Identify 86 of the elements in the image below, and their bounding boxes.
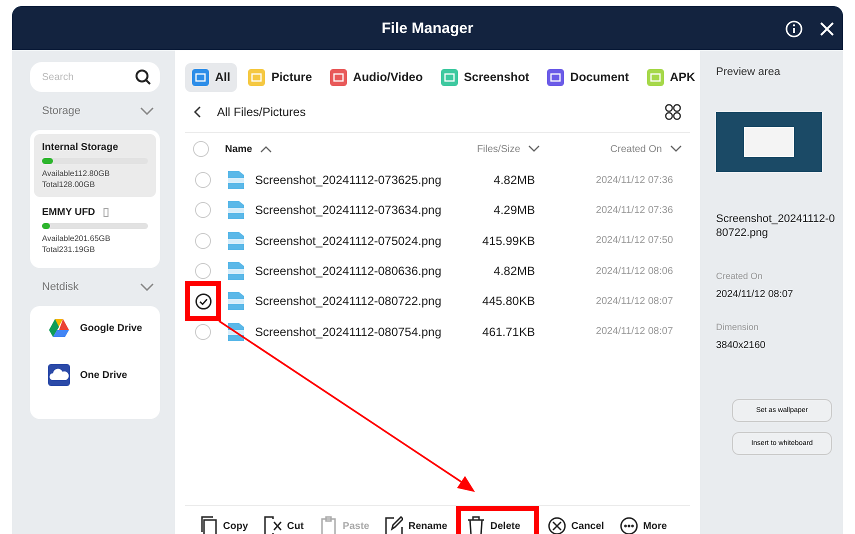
storage-item[interactable]: EMMY UFD Available201.65GB Total231.19GB — [34, 199, 156, 262]
chevron-down-icon[interactable] — [140, 283, 154, 291]
grid-view-icon[interactable] — [664, 103, 682, 121]
netdisk-name[interactable]: One Drive — [80, 370, 128, 380]
search-field[interactable]: Search — [30, 62, 160, 92]
row-checkbox[interactable] — [195, 232, 211, 249]
file-size: 461.71KB — [481, 324, 535, 339]
row-checkbox[interactable] — [195, 324, 211, 340]
storage-total: Total231.19GB — [42, 245, 96, 254]
field-value: 3840x2160 — [716, 340, 766, 351]
field-label: Dimension — [716, 322, 760, 332]
column-header[interactable]: Files/Size — [476, 144, 520, 154]
file-name[interactable]: Screenshot_20241112-080636.png — [255, 264, 445, 278]
close-icon[interactable] — [819, 21, 835, 37]
category-tab[interactable]: Document — [540, 62, 636, 92]
field-label: Created On — [716, 270, 764, 281]
row-checkbox[interactable] — [195, 202, 211, 218]
paste-icon — [320, 516, 338, 534]
file-name[interactable]: Screenshot_20241112-080722.png — [255, 294, 445, 308]
more-icon — [620, 516, 638, 534]
file-date: 2024/11/12 08:06 — [594, 266, 673, 277]
cancel-button[interactable]: Cancel — [541, 509, 612, 534]
category-tab[interactable]: Picture — [241, 62, 320, 92]
netdisk-name[interactable]: Google Drive — [80, 322, 142, 334]
file-size: 445.80KB — [481, 294, 535, 308]
row-checkbox[interactable] — [195, 172, 211, 188]
cut-button[interactable]: Cut — [257, 509, 311, 534]
image-file-icon — [227, 261, 245, 282]
cancel-icon — [548, 516, 566, 534]
file-name[interactable]: Screenshot_20241112-080754.png — [255, 324, 445, 339]
file-size: 4.82MB — [492, 173, 535, 188]
rename-icon — [385, 516, 404, 534]
check-icon — [194, 292, 212, 310]
file-date: 2024/11/12 07:36 — [594, 204, 673, 216]
storage-name: Internal Storage — [42, 142, 118, 153]
file-name[interactable]: Screenshot_20241112-075024.png — [255, 234, 445, 248]
file-size: 4.29MB — [492, 203, 535, 218]
image-file-icon — [227, 291, 245, 312]
storage-available: Available112.80GB — [42, 169, 111, 178]
file-date: 2024/11/12 08:07 — [594, 326, 673, 338]
category-tab[interactable]: Screenshot — [434, 62, 536, 92]
cut-icon — [264, 516, 282, 534]
storage-available: Available201.65GB — [42, 234, 112, 243]
window-title: File Manager — [382, 20, 474, 36]
file-size: 415.99KB — [481, 234, 535, 248]
rename-button[interactable]: Rename — [378, 509, 454, 534]
chevron-down-icon[interactable] — [670, 145, 682, 153]
chevron-down-icon[interactable] — [140, 107, 154, 115]
column-header[interactable]: Created On — [610, 144, 662, 154]
row-checkbox[interactable] — [185, 281, 221, 322]
section-label: Storage — [42, 105, 81, 117]
drive-triangle-icon[interactable] — [48, 318, 70, 338]
storage-name: EMMY UFD — [42, 207, 96, 218]
more-button[interactable]: More — [613, 509, 674, 534]
copy-icon — [200, 516, 218, 534]
back-icon[interactable] — [193, 106, 201, 118]
column-header[interactable]: Name — [225, 144, 252, 154]
image-file-icon — [227, 230, 245, 251]
breadcrumb: All Files/Pictures — [217, 105, 307, 119]
file-date: 2024/11/12 08:07 — [594, 296, 673, 307]
category-tab[interactable]: APK — [640, 62, 702, 92]
preview-file-name: Screenshot_20241112-0 80722.png — [716, 212, 836, 241]
select-all-checkbox[interactable] — [193, 141, 209, 157]
delete-icon — [467, 516, 486, 534]
copy-button[interactable]: Copy — [193, 509, 255, 534]
info-icon[interactable] — [785, 20, 803, 38]
storage-item[interactable]: Internal Storage Available112.80GB Total128.00GB — [34, 134, 156, 197]
field-value: 2024/11/12 08:07 — [716, 288, 794, 300]
image-file-icon — [227, 200, 245, 220]
chevron-up-icon[interactable] — [260, 145, 272, 153]
preview-title: Preview area — [716, 66, 782, 78]
file-name[interactable]: Screenshot_20241112-073625.png — [255, 173, 445, 188]
delete-button[interactable]: Delete — [456, 506, 540, 534]
storage-total: Total128.00GB — [42, 180, 96, 189]
category-tab[interactable]: All — [185, 62, 238, 92]
file-name[interactable]: Screenshot_20241112-073634.png — [255, 203, 445, 218]
search-icon[interactable] — [135, 69, 151, 85]
section-label: Netdisk — [42, 281, 79, 293]
category-tab[interactable]: Audio/Video — [323, 62, 430, 92]
cloud-icon[interactable] — [48, 364, 70, 386]
file-size: 4.82MB — [492, 264, 535, 278]
image-file-icon — [227, 170, 245, 190]
file-date: 2024/11/12 07:50 — [594, 235, 673, 246]
file-date: 2024/11/12 07:36 — [594, 174, 673, 186]
row-checkbox[interactable] — [195, 263, 211, 280]
chevron-down-icon[interactable] — [528, 145, 540, 153]
